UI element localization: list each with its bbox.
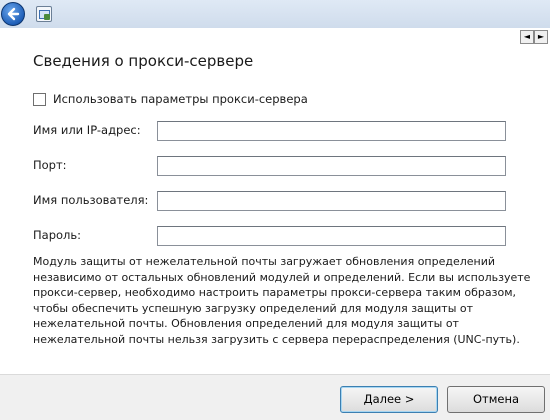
page-scroll-controls: ◄ ► <box>520 30 548 44</box>
scroll-right-button[interactable]: ► <box>534 30 548 44</box>
back-button[interactable] <box>1 2 25 26</box>
page-title: Сведения о прокси-сервере <box>33 52 254 70</box>
username-label: Имя пользователя: <box>33 193 149 207</box>
info-description: Модуль защиты от нежелательной почты заг… <box>33 255 531 346</box>
scroll-left-button[interactable]: ◄ <box>520 30 534 44</box>
host-label: Имя или IP-адрес: <box>33 123 141 137</box>
port-input[interactable] <box>157 156 506 176</box>
back-arrow-icon <box>7 7 20 21</box>
window-app-icon <box>36 6 52 22</box>
use-proxy-checkbox[interactable] <box>33 93 46 106</box>
cancel-button[interactable]: Отмена <box>447 386 545 413</box>
title-bar <box>0 0 550 28</box>
username-input[interactable] <box>157 191 506 211</box>
host-input[interactable] <box>157 121 506 141</box>
use-proxy-label[interactable]: Использовать параметры прокси-сервера <box>53 92 308 106</box>
password-input[interactable] <box>157 226 506 246</box>
password-label: Пароль: <box>33 228 82 242</box>
port-label: Порт: <box>33 158 67 172</box>
next-button[interactable]: Далее > <box>340 386 438 413</box>
